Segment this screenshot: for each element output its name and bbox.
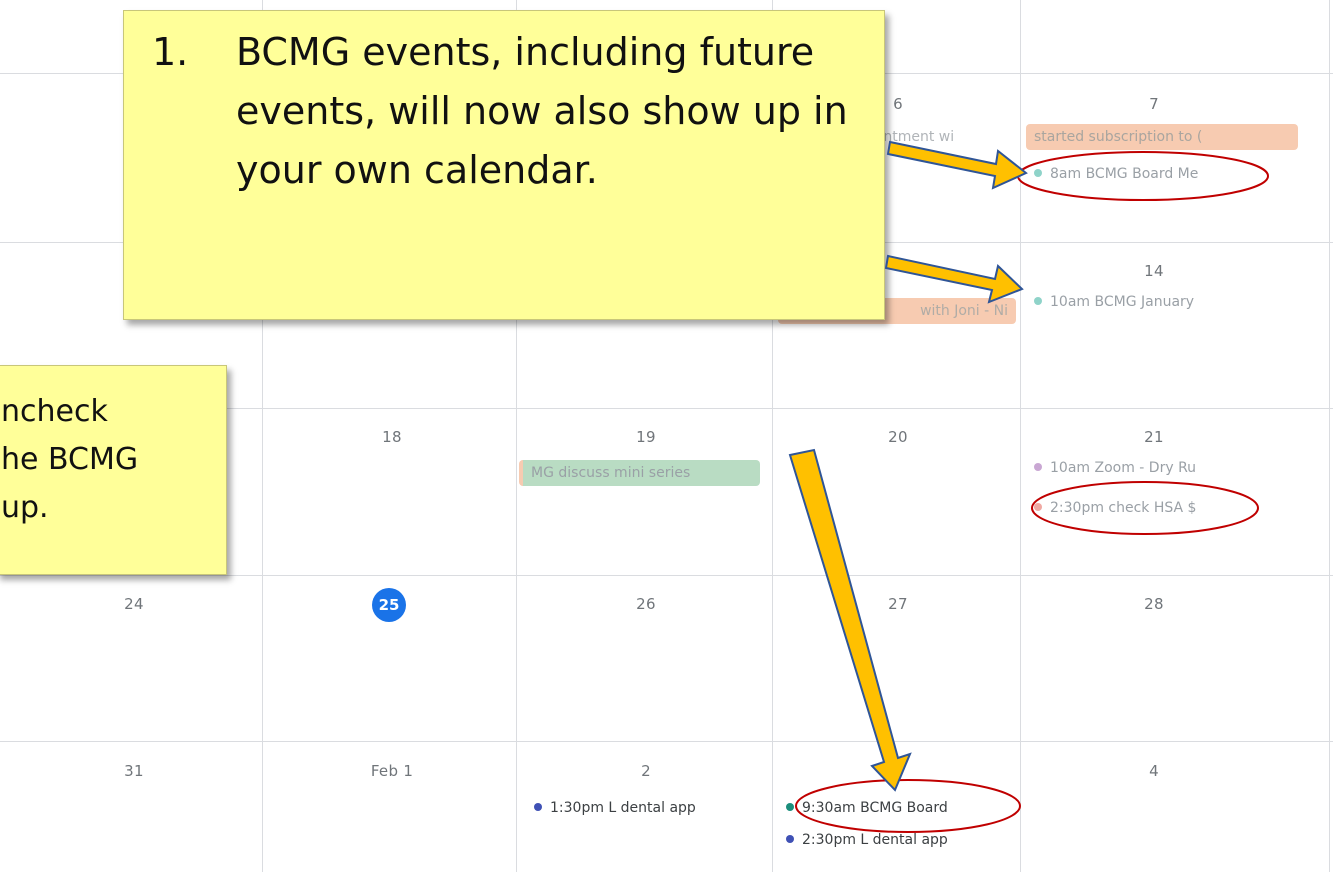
arrow-icon [886, 140, 1028, 190]
highlight-circle [1017, 151, 1269, 201]
highlight-circle [795, 779, 1021, 833]
highlight-circle [1031, 481, 1259, 535]
arrow-icon [788, 448, 912, 792]
arrow-icon [884, 254, 1024, 304]
annotation-overlay [788, 140, 1269, 833]
